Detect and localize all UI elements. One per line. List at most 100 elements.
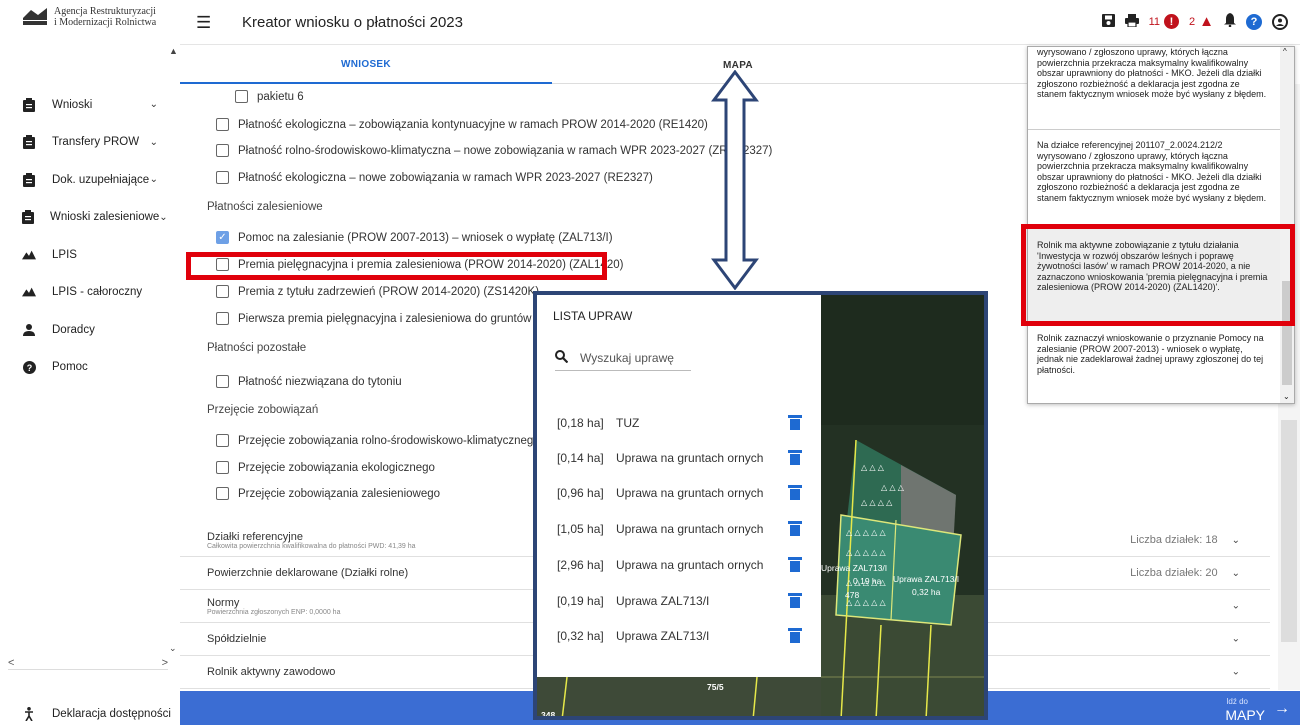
checkbox[interactable] [216,285,229,298]
print-icon[interactable] [1124,13,1139,30]
sidebar-item-lpis-caloroczny[interactable]: LPIS - całoroczny [0,274,170,312]
sidebar-item-lpis[interactable]: LPIS [0,236,170,274]
checkbox-row-zs1420k[interactable]: Premia z tytułu zadrzewień (PROW 2014-20… [216,285,539,298]
menu-icon[interactable]: ☰ [196,13,211,33]
chevron-down-icon: ⌄ [1231,534,1240,546]
crop-row[interactable]: [0,32 ha] Uprawa ZAL713/I [557,628,802,643]
checkbox-row-re1420[interactable]: Płatność ekologiczna – zobowiązania kont… [216,118,708,131]
toolbar-icons: 11 ! 2 ▲ ? [1101,13,1288,30]
checkbox[interactable] [216,312,229,325]
checkbox-label: Przejęcie zobowiązania rolno-środowiskow… [238,434,540,447]
save-icon[interactable] [1101,13,1115,30]
checkbox-label: pakietu 6 [257,90,304,103]
crop-search-input[interactable]: Wyszukaj uprawę [555,350,691,371]
accordion-title: Rolnik aktywny zawodowo [207,666,336,678]
checkbox-row-re2327[interactable]: Płatność ekologiczna – nowe zobowiązania… [216,171,653,184]
sidebar-item-pomoc[interactable]: ? Pomoc [0,349,170,387]
checkbox-row-tyton[interactable]: Płatność niezwiązana do tytoniu [216,375,402,388]
crop-area: [1,05 ha] [557,521,604,536]
chevron-down-icon: ⌄ [1231,666,1240,678]
crop-name: Uprawa ZAL713/I [616,628,710,643]
section-title-zalesieniowe: Płatności zalesieniowe [207,201,323,213]
terrain-icon [22,250,36,260]
crop-area: [0,14 ha] [557,450,604,465]
scroll-right-icon[interactable]: > [162,657,168,669]
warning-icon[interactable]: ▲ [1199,13,1214,30]
checkbox-row-pierwsza-premia[interactable]: Pierwsza premia pielęgnacyjna i zalesien… [216,312,558,325]
sidebar-item-wnioski[interactable]: Wnioski ⌄ [0,86,170,124]
arrow-right-icon[interactable]: → [1274,700,1290,718]
crop-name: Uprawa ZAL713/I [616,593,710,608]
error-count: 11 [1148,15,1161,28]
checkbox-row-zal713[interactable]: ✓ Pomoc na zalesianie (PROW 2007-2013) –… [216,231,613,244]
validation-message: Na działce referencyjnej 201107_2.0024.2… [1037,140,1267,203]
checkbox-label: Płatność ekologiczna – zobowiązania kont… [238,118,708,131]
sidebar-item-wnioski-zalesieniowe[interactable]: Wnioski zalesieniowe ⌄ [0,199,170,237]
sidebar-item-doradcy[interactable]: Doradcy [0,311,170,349]
checkbox-row-przejecie-eko[interactable]: Przejęcie zobowiązania ekologicznego [216,461,435,474]
accessibility-declaration-link[interactable]: Deklaracja dostępności [22,707,171,721]
sidebar-item-label: Dok. uzupełniające [52,173,150,186]
crop-list-panel: △ △ △ △ △ △ △ △ △ △ △ △ △ △ △ △ △ △ △ △ △ △… [533,291,988,720]
crop-name: Uprawa na gruntach ornych [616,521,764,536]
goto-map-label: MAPY [1225,707,1265,723]
checkbox[interactable] [216,144,229,157]
trash-icon[interactable] [788,485,802,500]
arimr-logo-icon [22,6,48,26]
sidebar-item-label: Wnioski zalesieniowe [50,211,160,224]
checkbox[interactable] [216,461,229,474]
checkbox-checked[interactable]: ✓ [216,231,229,244]
crop-row[interactable]: [1,05 ha] Uprawa na gruntach ornych [557,521,802,536]
terrain-icon [22,287,36,297]
crop-row[interactable]: [0,96 ha] Uprawa na gruntach ornych [557,485,802,500]
sidebar-horizontal-scrollbar[interactable]: < > [8,656,168,670]
trash-icon[interactable] [788,628,802,643]
checkbox[interactable] [216,118,229,131]
account-icon[interactable] [1272,13,1288,30]
checkbox[interactable] [216,375,229,388]
checkbox[interactable] [216,487,229,500]
error-icon[interactable]: ! [1164,14,1180,29]
crop-row[interactable]: [0,18 ha] TUZ [557,415,802,430]
sidebar-scroll-up-icon[interactable]: ▲ [169,46,178,56]
checkbox[interactable] [235,90,248,103]
goto-small-label: Idź do [1226,697,1248,706]
checkbox[interactable] [216,171,229,184]
checkbox-row-pakiet6[interactable]: pakietu 6 [235,90,304,103]
accessibility-icon [22,707,36,721]
chevron-down-icon: ⌄ [159,211,168,223]
trash-icon[interactable] [788,557,802,572]
chevron-down-icon: ⌄ [1231,600,1240,612]
accordion-title: Powierzchnie deklarowane (Działki rolne) [207,567,409,579]
trash-icon[interactable] [788,415,802,430]
crop-row[interactable]: [0,19 ha] Uprawa ZAL713/I [557,593,802,608]
crop-row[interactable]: [2,96 ha] Uprawa na gruntach ornych [557,557,802,572]
crop-row[interactable]: [0,14 ha] Uprawa na gruntach ornych [557,450,802,465]
bell-icon[interactable] [1224,13,1236,30]
sidebar-item-dok-uzupelniajace[interactable]: Dok. uzupełniające ⌄ [0,161,170,199]
scrollbar-thumb[interactable] [1281,420,1297,642]
checkbox[interactable] [216,434,229,447]
sidebar-scroll-down-icon[interactable]: ⌄ [169,643,177,654]
section-title-przejecie: Przejęcie zobowiązań [207,404,319,416]
trash-icon[interactable] [788,450,802,465]
scroll-left-icon[interactable]: < [8,657,14,669]
checkbox-row-zrsk2327[interactable]: Płatność rolno-środowiskowo-klimatyczna … [216,144,772,157]
checkbox-row-przejecie-zal[interactable]: Przejęcie zobowiązania zalesieniowego [216,487,440,500]
help-icon[interactable]: ? [1246,13,1262,30]
scroll-up-icon[interactable]: ^ [1283,47,1287,56]
clipboard-icon [22,135,36,150]
sidebar-item-transfery[interactable]: Transfery PROW ⌄ [0,124,170,162]
checkbox-row-przejecie-rsk[interactable]: Przejęcie zobowiązania rolno-środowiskow… [216,434,540,447]
scroll-down-icon[interactable]: ⌄ [1283,392,1290,401]
svg-text:△ △ △ △: △ △ △ △ [861,498,893,507]
trash-icon[interactable] [788,593,802,608]
crop-area: [0,19 ha] [557,593,604,608]
trash-icon[interactable] [788,521,802,536]
checkbox-label: Płatność niezwiązana do tytoniu [238,375,402,388]
tab-wniosek[interactable]: WNIOSEK [180,46,552,84]
map-view[interactable]: △ △ △ △ △ △ △ △ △ △ △ △ △ △ △ △ △ △ △ △ △ △… [821,295,984,716]
accordion-count: Liczba działek: 20 [1130,567,1218,579]
person-icon [22,323,36,336]
arimr-logo[interactable]: Agencja Restrukturyzacji i Modernizacji … [22,6,156,28]
